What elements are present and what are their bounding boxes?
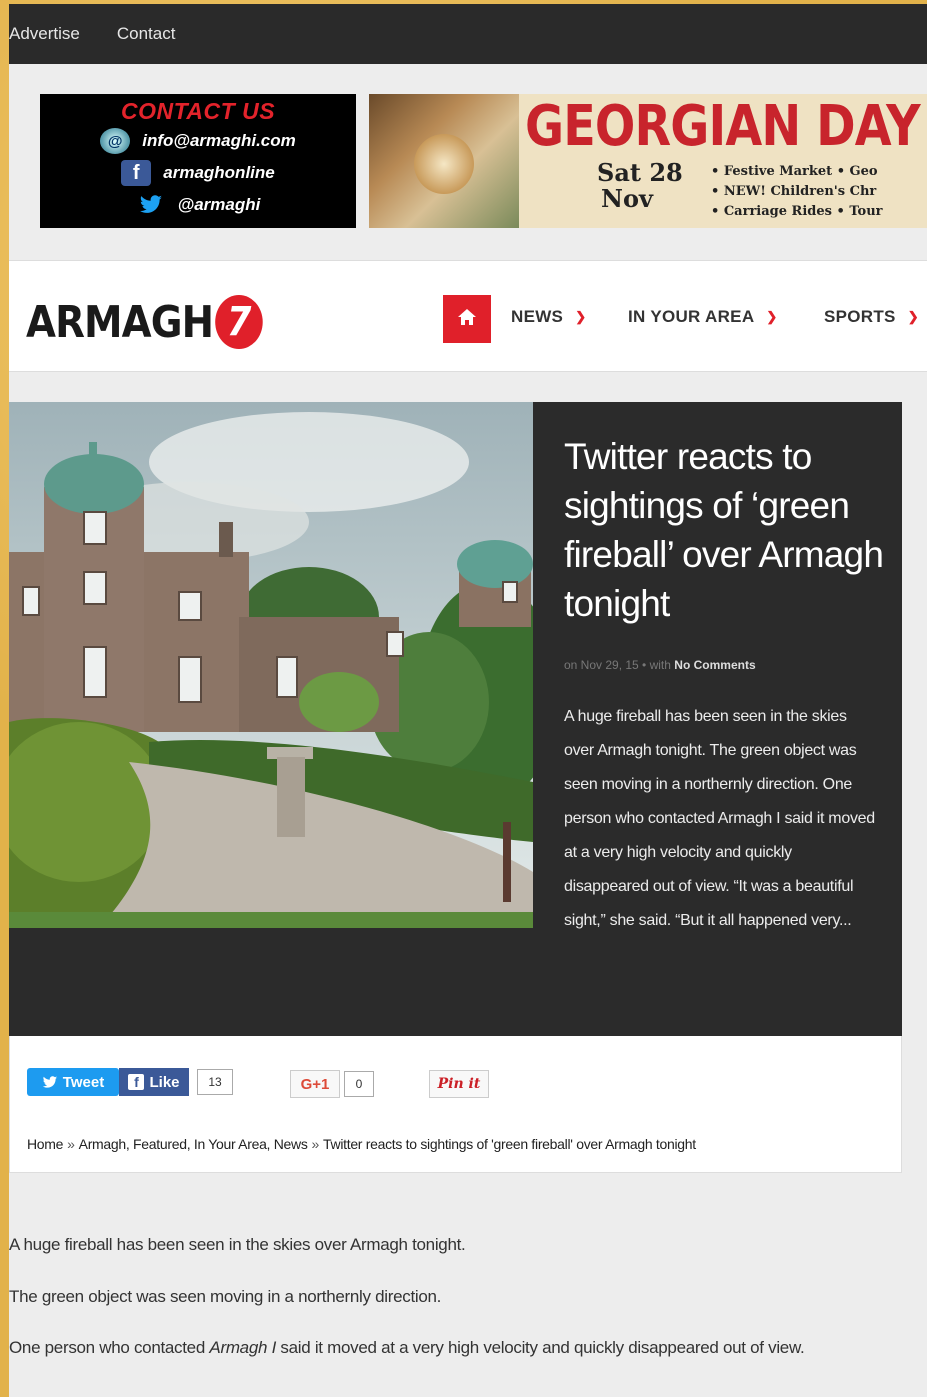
pinterest-button[interactable]: Pin it xyxy=(429,1070,489,1098)
article-body: A huge fireball has been seen in the ski… xyxy=(9,1234,914,1392)
tweet-button[interactable]: Tweet xyxy=(27,1068,119,1096)
chevron-down-icon: ❯ xyxy=(907,309,919,324)
breadcrumb-current: Twitter reacts to sightings of 'green fi… xyxy=(323,1136,696,1152)
georgian-item: • Festive Market • Geo xyxy=(711,164,878,179)
georgian-item: • NEW! Children's Chr xyxy=(711,184,877,199)
georgian-date-day: Sat 28 xyxy=(597,158,683,187)
article-paragraph: The green object was seen moving in a no… xyxy=(9,1287,442,1306)
article-title[interactable]: Twitter reacts to sightings of ‘green fi… xyxy=(564,432,884,628)
chevron-down-icon: ❯ xyxy=(575,309,587,324)
contact-email-line: @ info@armaghi.com xyxy=(40,125,356,157)
contact-link[interactable]: Contact xyxy=(117,24,176,44)
georgian-day-ad[interactable]: GEORGIAN DAY A Sat 28 Nov • Festive Mark… xyxy=(369,94,927,228)
contact-twitter: @armaghi xyxy=(177,195,261,214)
article-date: on Nov 29, 15 • with xyxy=(564,658,671,672)
home-icon xyxy=(457,308,477,331)
site-logo[interactable]: ARMAGH 7 xyxy=(26,295,263,349)
facebook-icon: f xyxy=(121,160,152,186)
site-header: ARMAGH 7 NEWS ❯ IN YOUR AREA ❯ SPORTS ❯ xyxy=(9,260,927,372)
tweet-label: Tweet xyxy=(62,1073,105,1091)
breadcrumb-categories[interactable]: Armagh, Featured, In Your Area, News xyxy=(79,1136,308,1152)
logo-text: ARMAGH xyxy=(26,296,214,348)
nav-news-label: NEWS xyxy=(511,307,564,326)
logo-seven-mark: 7 xyxy=(214,295,263,349)
georgian-illustration xyxy=(369,94,519,228)
contact-facebook-line: f armaghonline xyxy=(40,157,356,189)
nav-news[interactable]: NEWS ❯ xyxy=(511,307,586,327)
contact-email: info@armaghi.com xyxy=(142,131,296,150)
contact-us-ad[interactable]: CONTACT US @ info@armaghi.com f armaghon… xyxy=(40,94,356,228)
home-button[interactable] xyxy=(443,295,491,343)
contact-facebook: armaghonline xyxy=(163,163,275,182)
paragraph-emphasis: Armagh I xyxy=(209,1338,276,1357)
page: Advertise Contact CONTACT US @ info@arma… xyxy=(9,4,927,1397)
facebook-like-button[interactable]: f Like xyxy=(119,1068,189,1096)
georgian-item: • Carriage Rides • Tour xyxy=(711,204,883,219)
twitter-bird-icon xyxy=(136,192,166,218)
like-label: Like xyxy=(149,1073,180,1091)
georgian-date: Sat 28 Nov xyxy=(597,160,683,212)
email-icon: @ xyxy=(100,128,131,154)
paragraph-text: said it moved at a very high velocity an… xyxy=(276,1338,805,1357)
ad-row: CONTACT US @ info@armaghi.com f armaghon… xyxy=(9,64,927,260)
georgian-headline: GEORGIAN DAY A xyxy=(525,94,927,159)
breadcrumb-separator: » xyxy=(67,1136,75,1152)
nav-sports[interactable]: SPORTS ❯ xyxy=(824,307,919,327)
paragraph-text: One person who contacted xyxy=(9,1338,210,1357)
georgian-items: • Festive Market • Geo • NEW! Children's… xyxy=(711,162,883,222)
observatory-photo[interactable] xyxy=(9,402,533,928)
facebook-icon: f xyxy=(128,1074,145,1090)
georgian-date-month: Nov xyxy=(601,184,653,213)
advertise-link[interactable]: Advertise xyxy=(9,24,80,44)
nav-sports-label: SPORTS xyxy=(824,307,896,326)
contact-us-title: CONTACT US xyxy=(120,98,276,124)
google-plus-button[interactable]: G+1 xyxy=(290,1070,340,1098)
nav-in-your-area[interactable]: IN YOUR AREA ❯ xyxy=(628,307,778,327)
comments-link[interactable]: No Comments xyxy=(674,658,755,672)
like-count: 13 xyxy=(197,1069,233,1095)
nav-in-your-area-label: IN YOUR AREA xyxy=(628,307,755,326)
article-meta: on Nov 29, 15 • with No Comments xyxy=(564,658,756,672)
featured-article: Twitter reacts to sightings of ‘green fi… xyxy=(9,402,902,1036)
article-paragraph: One person who contacted Armagh I said i… xyxy=(9,1334,914,1362)
share-bar: Tweet f Like 13 G+1 0 Pin it Home» Armagh… xyxy=(9,1036,902,1173)
article-excerpt: A huge fireball has been seen in the ski… xyxy=(564,708,875,929)
article-paragraph: A huge fireball has been seen in the ski… xyxy=(9,1235,466,1254)
breadcrumb-separator: » xyxy=(311,1136,320,1152)
contact-twitter-line: @armaghi xyxy=(40,189,356,221)
google-plus-count: 0 xyxy=(344,1071,374,1097)
chevron-down-icon: ❯ xyxy=(766,309,778,324)
breadcrumb: Home» Armagh, Featured, In Your Area, New… xyxy=(27,1136,696,1152)
twitter-bird-icon xyxy=(42,1075,58,1089)
breadcrumb-home[interactable]: Home xyxy=(27,1136,63,1152)
top-bar: Advertise Contact xyxy=(9,4,927,64)
